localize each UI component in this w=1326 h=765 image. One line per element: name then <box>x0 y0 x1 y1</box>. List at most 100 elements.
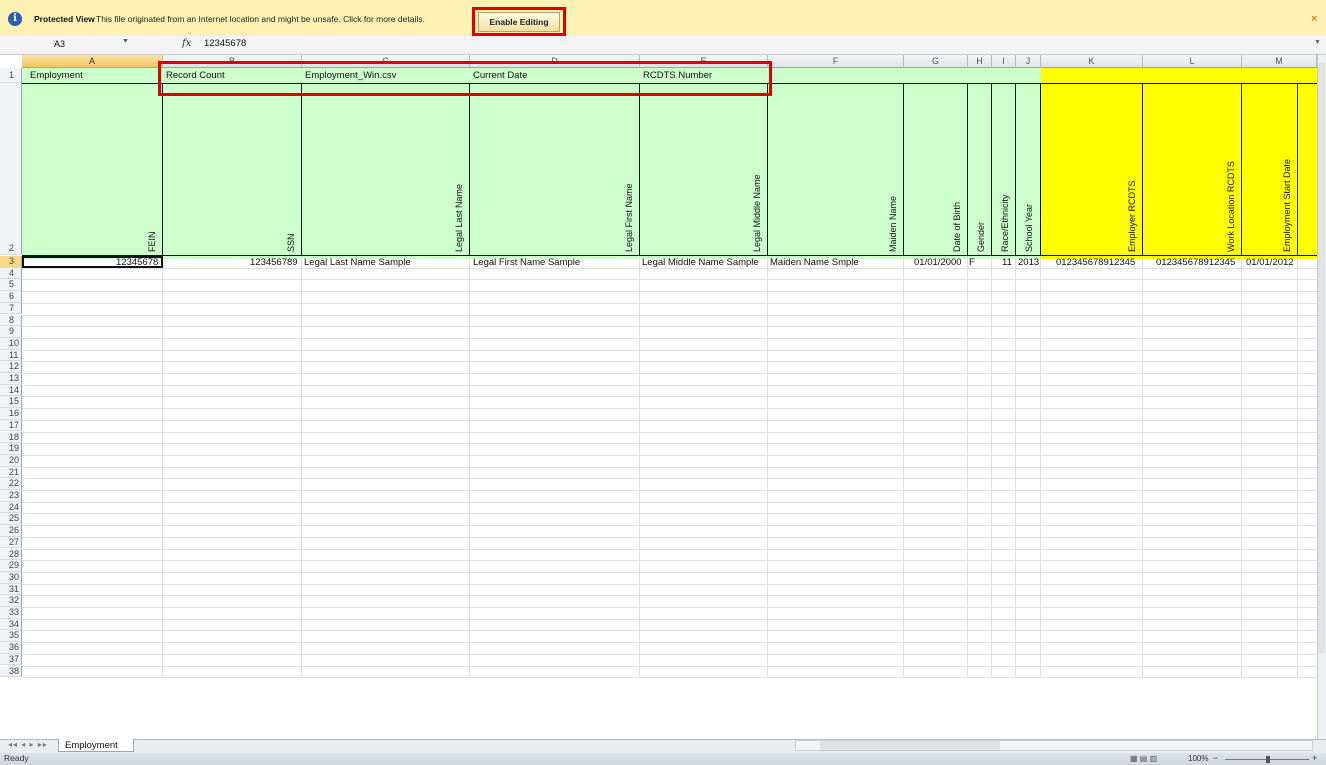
row-header[interactable]: 20 <box>0 454 22 467</box>
cell-l3[interactable]: 012345678912345 <box>1156 257 1235 268</box>
header-employment-start-date[interactable]: Employment Start Date <box>1282 159 1292 252</box>
horizontal-scroll-thumb[interactable] <box>820 741 1000 750</box>
formula-input[interactable]: 12345678 <box>204 38 246 49</box>
row-header[interactable]: 33 <box>0 607 22 619</box>
insert-function-icon[interactable]: fx <box>182 38 191 49</box>
active-cell-selection <box>22 256 163 268</box>
cell-e3[interactable]: Legal Middle Name Sample <box>642 257 759 268</box>
row-header[interactable]: 11 <box>0 349 22 362</box>
header-legal-middle-name[interactable]: Legal Middle Name <box>752 174 762 252</box>
cell-a1[interactable]: Employment <box>30 70 83 81</box>
gridline <box>1142 256 1143 678</box>
cell-i3[interactable]: 11 <box>1002 257 1012 268</box>
gridline <box>22 560 1317 562</box>
header-race-ethnicity[interactable]: Race/Ethnicity <box>1000 194 1010 252</box>
header-legal-last-name[interactable]: Legal Last Name <box>454 184 464 252</box>
row-header[interactable]: 13 <box>0 373 22 385</box>
col-border <box>1241 83 1242 256</box>
column-header-a[interactable]: A <box>22 55 163 68</box>
header-legal-first-name[interactable]: Legal First Name <box>624 183 634 252</box>
header-school-year[interactable]: School Year <box>1024 204 1034 252</box>
cell-m3[interactable]: 01/01/2012 <box>1246 257 1294 268</box>
close-icon[interactable]: × <box>1311 13 1317 25</box>
row-header[interactable]: 10 <box>0 337 22 350</box>
row-header[interactable]: 23 <box>0 490 22 502</box>
zoom-out-button[interactable]: − <box>1213 753 1218 763</box>
column-header-g[interactable]: G <box>904 55 968 68</box>
view-buttons-icon[interactable]: ▦ ▤ ▥ <box>1130 754 1157 763</box>
cell-b3[interactable]: 123456789 <box>250 257 298 268</box>
chevron-down-icon[interactable]: ▼ <box>122 38 129 45</box>
gridline <box>22 361 1317 363</box>
row-header[interactable]: 34 <box>0 618 22 631</box>
row-header[interactable]: 30 <box>0 571 22 584</box>
cell-c3[interactable]: Legal Last Name Sample <box>304 257 411 268</box>
gridline <box>22 536 1317 538</box>
row-header[interactable]: 38 <box>0 665 22 678</box>
vertical-scroll-thumb[interactable] <box>1318 63 1325 653</box>
cell-g3[interactable]: 01/01/2000 <box>914 257 962 268</box>
row-header[interactable]: 7 <box>0 302 22 315</box>
column-header-h[interactable]: H <box>968 55 992 68</box>
header-maiden-name[interactable]: Maiden Name <box>888 196 898 252</box>
row-header[interactable]: 22 <box>0 478 22 490</box>
header-fein[interactable]: FEIN <box>147 231 157 252</box>
name-box[interactable]: A3 <box>36 37 136 52</box>
row-header[interactable]: 6 <box>0 291 22 303</box>
row-header[interactable]: 19 <box>0 443 22 455</box>
column-header-k[interactable]: K <box>1041 55 1143 68</box>
row-header[interactable]: 2 <box>0 83 22 255</box>
column-header-m[interactable]: M <box>1242 55 1317 68</box>
row-header[interactable]: 17 <box>0 419 22 432</box>
row-header[interactable]: 5 <box>0 279 22 292</box>
column-header-f[interactable]: F <box>768 55 904 68</box>
zoom-in-button[interactable]: + <box>1312 753 1317 763</box>
protected-view-message[interactable]: This file originated from an Internet lo… <box>96 14 425 24</box>
column-header-i[interactable]: I <box>992 55 1016 68</box>
sheet-tab-employment[interactable]: Employment <box>58 739 134 752</box>
row-header[interactable]: 31 <box>0 583 22 596</box>
column-header-l[interactable]: L <box>1143 55 1242 68</box>
gridline <box>991 256 992 678</box>
zoom-slider-thumb[interactable] <box>1266 756 1270 763</box>
row-header[interactable]: 29 <box>0 560 22 572</box>
row-header[interactable]: 16 <box>0 408 22 420</box>
row-header[interactable]: 36 <box>0 642 22 654</box>
row-header[interactable]: 12 <box>0 361 22 373</box>
row-header[interactable]: 9 <box>0 326 22 338</box>
row-header[interactable]: 26 <box>0 525 22 537</box>
row-header[interactable]: 3 <box>0 256 22 268</box>
column-header-j[interactable]: J <box>1016 55 1041 68</box>
gridline <box>22 267 1317 269</box>
header-employer-rcdts[interactable]: Employer RCDTS <box>1127 180 1137 252</box>
cell-j3[interactable]: 2013 <box>1018 257 1039 268</box>
header-gender[interactable]: Gender <box>976 222 986 252</box>
row-header[interactable]: 32 <box>0 595 22 607</box>
expand-formula-bar-icon[interactable]: ▼ <box>1314 39 1321 46</box>
sheet-nav-arrows-icon[interactable]: ◂◂ ◂ ▸ ▸▸ <box>8 740 48 749</box>
row-header[interactable]: 35 <box>0 630 22 643</box>
row-header[interactable]: 21 <box>0 466 22 479</box>
row-header[interactable]: 37 <box>0 653 22 666</box>
worksheet-grid[interactable]: A B C D E F G H I J K L M Employment Rec… <box>0 55 1317 739</box>
row-header[interactable]: 15 <box>0 396 22 409</box>
cell-h3[interactable]: F <box>969 257 975 268</box>
row-header[interactable]: 25 <box>0 513 22 526</box>
cell-d3[interactable]: Legal First Name Sample <box>473 257 580 268</box>
row-header[interactable]: 8 <box>0 314 22 327</box>
header-work-location-rcdts[interactable]: Work Location RCDTS <box>1226 161 1236 252</box>
header-ssn[interactable]: SSN <box>286 233 296 252</box>
row-header[interactable]: 24 <box>0 501 22 514</box>
cell-f3[interactable]: Maiden Name Smple <box>770 257 859 268</box>
row-header[interactable]: 1 <box>0 68 22 83</box>
header-date-of-birth[interactable]: Date of Birth <box>952 202 962 252</box>
row-header[interactable]: 14 <box>0 384 22 397</box>
row-header[interactable]: 28 <box>0 548 22 561</box>
row-header[interactable]: 4 <box>0 267 22 280</box>
cell-k3[interactable]: 012345678912345 <box>1056 257 1135 268</box>
gridline <box>1015 256 1016 678</box>
zoom-level[interactable]: 100% <box>1188 754 1208 763</box>
gridline <box>469 256 470 678</box>
row-header[interactable]: 18 <box>0 431 22 444</box>
row-header[interactable]: 27 <box>0 536 22 549</box>
